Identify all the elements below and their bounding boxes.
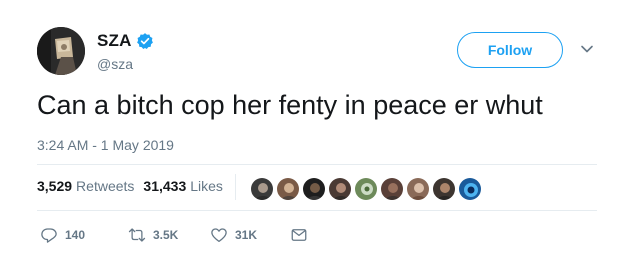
retweet-icon xyxy=(128,228,146,242)
likes-count: 31,433 xyxy=(143,178,187,194)
likes-stat[interactable]: 31,433 Likes xyxy=(143,178,223,194)
envelope-icon xyxy=(291,229,307,241)
stats-separator xyxy=(235,174,236,200)
user-avatar-icon xyxy=(329,178,351,200)
user-avatar-icon xyxy=(433,178,455,200)
author-name-row: SZA xyxy=(97,31,154,51)
retweet-button[interactable]: 3.5K xyxy=(128,226,210,244)
heart-icon xyxy=(211,228,227,243)
user-avatar-icon xyxy=(251,178,273,200)
user-avatar-icon xyxy=(381,178,403,200)
chevron-down-icon[interactable] xyxy=(580,42,594,56)
user-avatar-icon xyxy=(407,178,429,200)
liker-avatar[interactable] xyxy=(354,177,378,201)
tweet-text: Can a bitch cop her fenty in peace er wh… xyxy=(37,90,543,120)
follow-button[interactable]: Follow xyxy=(457,32,563,68)
reply-icon xyxy=(41,228,57,243)
liker-avatar[interactable] xyxy=(380,177,404,201)
reply-button[interactable]: 140 xyxy=(40,226,128,244)
verified-badge-icon xyxy=(136,33,153,49)
user-avatar-icon xyxy=(355,178,377,200)
liker-avatar[interactable] xyxy=(302,177,326,201)
divider xyxy=(37,210,597,211)
user-avatar-icon xyxy=(303,178,325,200)
direct-message-button[interactable] xyxy=(290,226,308,244)
user-avatar-icon xyxy=(459,178,481,200)
tweet-actions: 140 3.5K 31K xyxy=(40,226,308,244)
author-handle[interactable]: @sza xyxy=(97,56,133,72)
liker-avatar[interactable] xyxy=(328,177,352,201)
liker-avatar[interactable] xyxy=(458,177,482,201)
liker-avatar[interactable] xyxy=(276,177,300,201)
like-count: 31K xyxy=(235,228,258,242)
author-display-name[interactable]: SZA xyxy=(97,31,132,51)
liked-by-avatars xyxy=(250,177,484,201)
divider xyxy=(37,164,597,165)
liker-avatar[interactable] xyxy=(432,177,456,201)
liker-avatar[interactable] xyxy=(406,177,430,201)
like-button[interactable]: 31K xyxy=(210,226,290,244)
author-avatar[interactable] xyxy=(37,27,85,75)
retweets-label: Retweets xyxy=(76,178,135,194)
retweets-stat[interactable]: 3,529 Retweets xyxy=(37,178,134,194)
likes-label: Likes xyxy=(190,178,223,194)
retweet-count: 3.5K xyxy=(153,228,179,242)
liker-avatar[interactable] xyxy=(250,177,274,201)
avatar-photo-icon xyxy=(37,27,85,75)
user-avatar-icon xyxy=(277,178,299,200)
reply-count: 140 xyxy=(65,228,86,242)
retweets-count: 3,529 xyxy=(37,178,73,194)
tweet-stats: 3,529 Retweets 31,433 Likes xyxy=(37,178,223,194)
tweet-timestamp[interactable]: 3:24 AM - 1 May 2019 xyxy=(37,137,174,153)
